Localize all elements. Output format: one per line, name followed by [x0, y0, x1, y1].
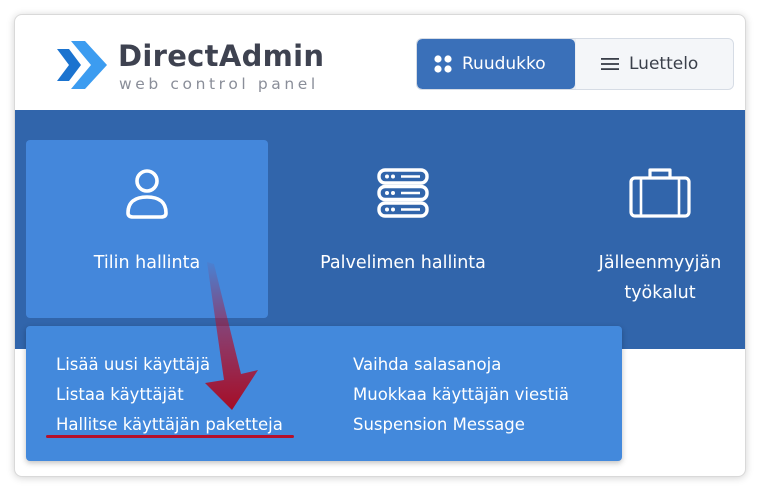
- annotation-arrow-icon: [205, 262, 258, 410]
